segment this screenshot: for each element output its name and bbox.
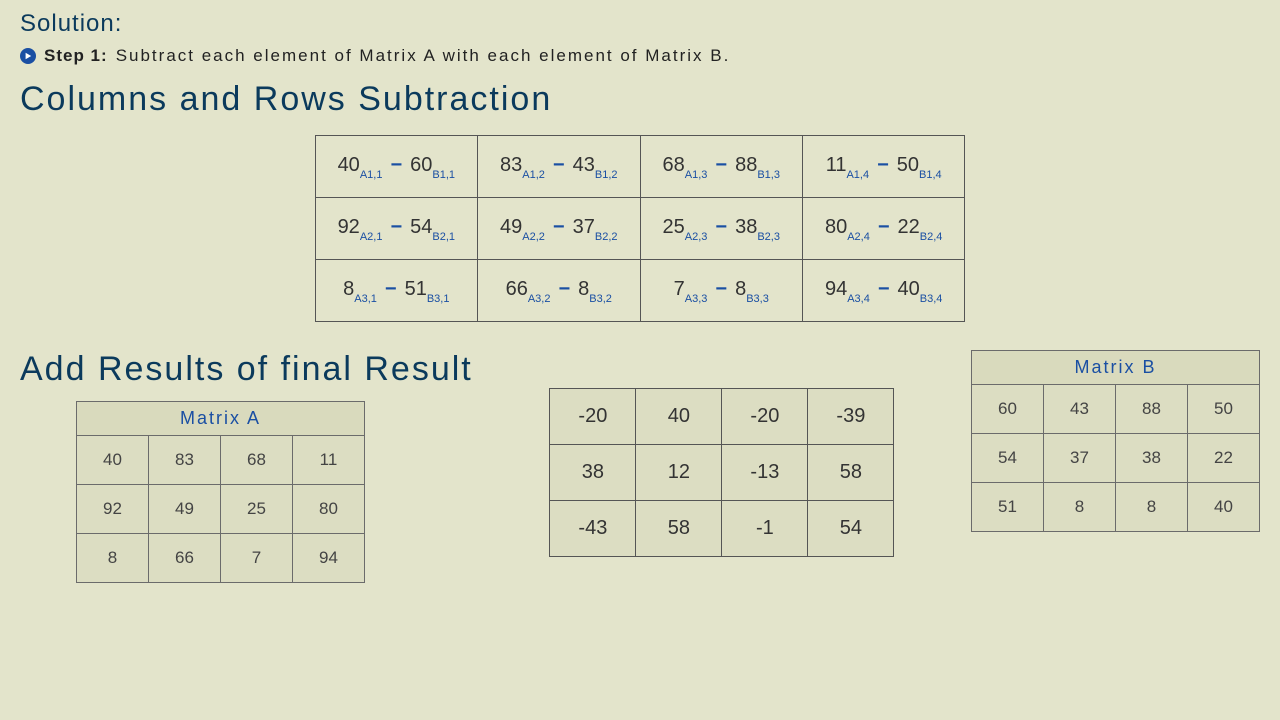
matrix-a-wrap: Matrix A 40836811 92492580 866794: [76, 401, 365, 583]
subtraction-cell: 40A1,1−60B1,1: [315, 136, 477, 198]
matrix-cell: 58: [808, 445, 894, 501]
result-table: -2040-20-393812-1358-4358-154: [549, 388, 894, 557]
matrix-cell: 94: [293, 534, 365, 583]
matrix-cell: -43: [550, 501, 636, 557]
matrix-cell: 54: [971, 434, 1043, 483]
matrix-a-table: 40836811 92492580 866794: [76, 435, 365, 583]
matrix-cell: 88: [1115, 385, 1187, 434]
matrix-cell: 68: [221, 436, 293, 485]
matrix-cell: 66: [149, 534, 221, 583]
matrix-cell: 8: [1115, 483, 1187, 532]
subtraction-table: 40A1,1−60B1,183A1,2−43B1,268A1,3−88B1,31…: [315, 135, 966, 322]
matrix-b-col: Matrix B 6043885054373822518840: [971, 350, 1260, 532]
results-row: Add Results of final Result Matrix A 408…: [20, 350, 1260, 583]
matrix-cell: 80: [293, 485, 365, 534]
matrix-cell: -39: [808, 389, 894, 445]
matrix-b-wrap: Matrix B 6043885054373822518840: [971, 350, 1260, 532]
subtraction-table-wrap: 40A1,1−60B1,183A1,2−43B1,268A1,3−88B1,31…: [20, 135, 1260, 322]
matrix-b-title: Matrix B: [971, 350, 1260, 384]
matrix-cell: 38: [550, 445, 636, 501]
subtraction-cell: 7A3,3−8B3,3: [640, 260, 802, 322]
subtraction-cell: 66A3,2−8B3,2: [478, 260, 640, 322]
matrix-cell: -20: [722, 389, 808, 445]
subtraction-cell: 25A2,3−38B2,3: [640, 198, 802, 260]
matrix-cell: 40: [1187, 483, 1259, 532]
subtraction-cell: 8A3,1−51B3,1: [315, 260, 477, 322]
matrix-cell: 43: [1043, 385, 1115, 434]
matrix-cell: 12: [636, 445, 722, 501]
matrix-cell: 22: [1187, 434, 1259, 483]
matrix-cell: 50: [1187, 385, 1259, 434]
subtraction-heading: Columns and Rows Subtraction: [20, 80, 1260, 119]
subtraction-cell: 49A2,2−37B2,2: [478, 198, 640, 260]
subtraction-cell: 92A2,1−54B2,1: [315, 198, 477, 260]
step-bullet-icon: [20, 48, 36, 64]
subtraction-cell: 80A2,4−22B2,4: [802, 198, 964, 260]
matrix-cell: 11: [293, 436, 365, 485]
subtraction-cell: 68A1,3−88B1,3: [640, 136, 802, 198]
matrix-cell: 60: [971, 385, 1043, 434]
matrix-cell: 40: [636, 389, 722, 445]
matrix-cell: 38: [1115, 434, 1187, 483]
matrix-cell: 8: [1043, 483, 1115, 532]
matrix-cell: 92: [77, 485, 149, 534]
step-text: Subtract each element of Matrix A with e…: [116, 46, 731, 66]
subtraction-cell: 83A1,2−43B1,2: [478, 136, 640, 198]
matrix-a-title: Matrix A: [76, 401, 365, 435]
matrix-cell: 8: [77, 534, 149, 583]
matrix-cell: 54: [808, 501, 894, 557]
matrix-cell: 83: [149, 436, 221, 485]
matrix-cell: 58: [636, 501, 722, 557]
matrix-cell: 7: [221, 534, 293, 583]
results-left: Add Results of final Result Matrix A 408…: [20, 350, 473, 583]
matrix-b-table: 6043885054373822518840: [971, 384, 1260, 532]
step-row: Step 1: Subtract each element of Matrix …: [20, 46, 1260, 66]
matrix-cell: 37: [1043, 434, 1115, 483]
result-matrix-wrap: -2040-20-393812-1358-4358-154: [549, 388, 894, 557]
matrix-cell: 49: [149, 485, 221, 534]
matrix-cell: -1: [722, 501, 808, 557]
step-label: Step 1:: [44, 46, 108, 66]
matrix-cell: -20: [550, 389, 636, 445]
matrix-cell: -13: [722, 445, 808, 501]
matrix-cell: 51: [971, 483, 1043, 532]
matrix-cell: 25: [221, 485, 293, 534]
results-heading: Add Results of final Result: [20, 350, 473, 389]
subtraction-cell: 94A3,4−40B3,4: [802, 260, 964, 322]
solution-heading: Solution:: [20, 10, 1260, 38]
matrix-cell: 40: [77, 436, 149, 485]
subtraction-cell: 11A1,4−50B1,4: [802, 136, 964, 198]
